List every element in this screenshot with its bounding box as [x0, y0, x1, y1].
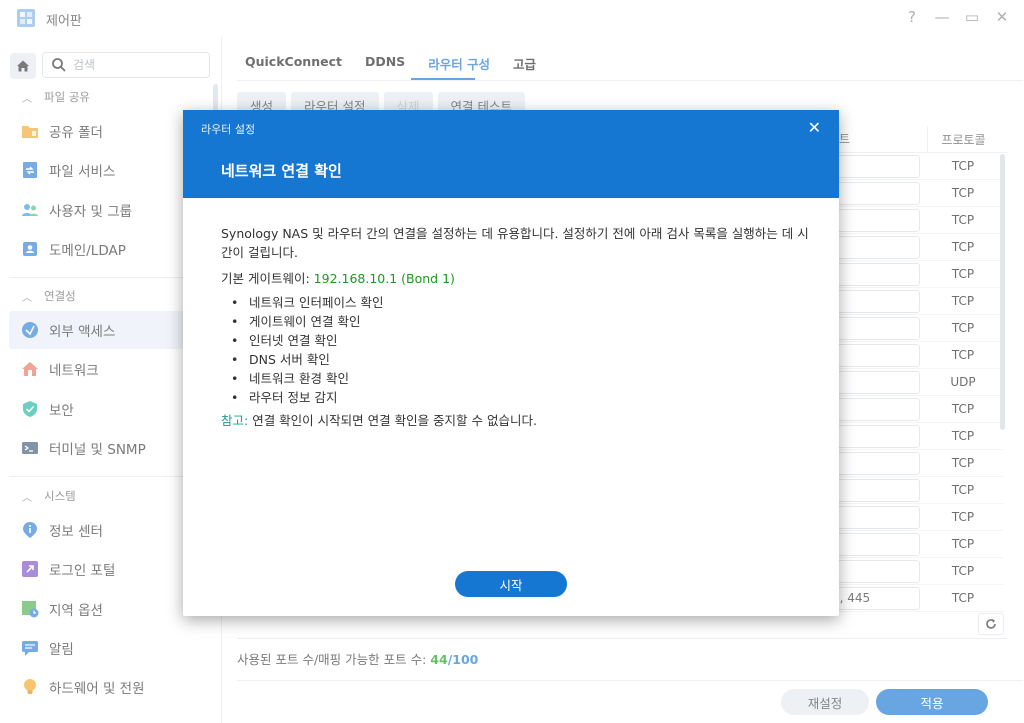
note-text: 연결 확인이 시작되면 연결 확인을 중지할 수 없습니다. — [248, 413, 537, 428]
list-item: 라우터 정보 감지 — [221, 388, 811, 407]
list-item: 네트워크 인터페이스 확인 — [221, 293, 811, 312]
list-item: 인터넷 연결 확인 — [221, 331, 811, 350]
dialog-description: Synology NAS 및 라우터 간의 연결을 설정하는 데 유용합니다. … — [221, 226, 809, 260]
list-item: DNS 서버 확인 — [221, 350, 811, 369]
gateway-info: 기본 게이트웨이: 192.168.10.1 (Bond 1) — [221, 269, 811, 288]
start-button[interactable]: 시작 — [455, 571, 567, 597]
dialog-header: 라우터 설정 ✕ 네트워크 연결 확인 — [183, 110, 839, 198]
dialog-title: 네트워크 연결 확인 — [221, 162, 342, 180]
list-item: 게이트웨이 연결 확인 — [221, 312, 811, 331]
dialog-window-title: 라우터 설정 — [201, 123, 256, 136]
gateway-label: 기본 게이트웨이: — [221, 271, 314, 286]
list-item: 네트워크 환경 확인 — [221, 369, 811, 388]
dialog-note: 참고: 연결 확인이 시작되면 연결 확인을 중지할 수 없습니다. — [221, 411, 811, 430]
note-label: 참고: — [221, 413, 249, 428]
gateway-value: 192.168.10.1 (Bond 1) — [313, 271, 455, 286]
close-icon[interactable]: ✕ — [808, 118, 821, 137]
check-list: 네트워크 인터페이스 확인 게이트웨이 연결 확인 인터넷 연결 확인 DNS … — [221, 293, 811, 407]
dialog-body: Synology NAS 및 라우터 간의 연결을 설정하는 데 유용합니다. … — [221, 224, 811, 430]
router-settings-dialog: 라우터 설정 ✕ 네트워크 연결 확인 Synology NAS 및 라우터 간… — [183, 110, 839, 616]
